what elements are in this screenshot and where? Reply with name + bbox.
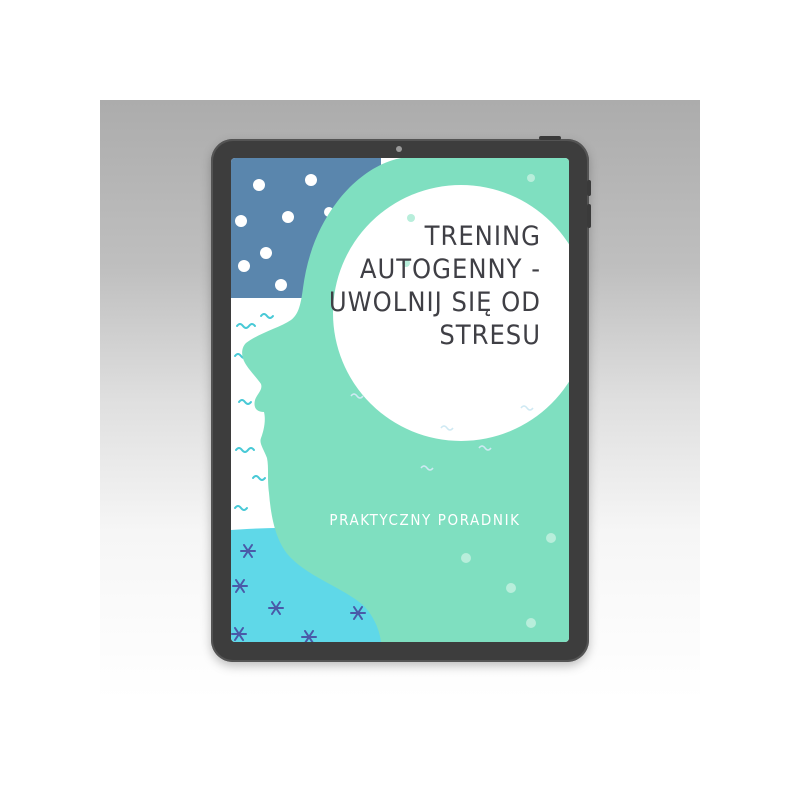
title-line: AUTOGENNY - <box>359 254 541 285</box>
tablet-volume-button <box>587 180 591 196</box>
title-line: UWOLNIJ SIĘ OD <box>328 287 541 318</box>
tablet-volume-button <box>587 204 591 228</box>
title-line: STRESU <box>439 320 541 351</box>
ebook-cover: TRENING AUTOGENNY - UWOLNIJ SIĘ OD STRES… <box>231 158 569 642</box>
camera-icon <box>396 146 402 152</box>
ebook-subtitle: PRAKTYCZNY PORADNIK <box>329 511 521 529</box>
ebook-title: TRENING AUTOGENNY - UWOLNIJ SIĘ OD STRES… <box>311 220 541 352</box>
title-line: TRENING <box>424 221 541 252</box>
tablet-power-button <box>539 136 561 140</box>
